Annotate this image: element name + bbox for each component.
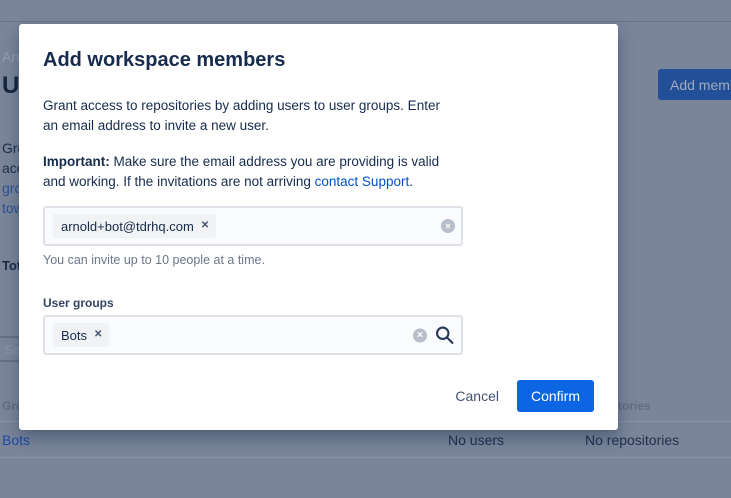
- dialog-description: Grant access to repositories by adding u…: [43, 96, 594, 136]
- top-nav-divider: [0, 21, 731, 22]
- clear-field-icon[interactable]: [441, 219, 455, 233]
- important-text-line1: Make sure the email address you are prov…: [110, 154, 439, 169]
- group-repositories-cell: No repositories: [585, 432, 679, 448]
- add-members-button[interactable]: Add members: [658, 69, 731, 100]
- important-label: Important:: [43, 154, 110, 169]
- description-line: an email address to invite a new user.: [43, 116, 594, 136]
- group-users-cell: No users: [448, 432, 504, 448]
- table-row-divider: [0, 457, 731, 458]
- user-groups-label: User groups: [43, 296, 594, 310]
- remove-email-chip-icon[interactable]: [201, 221, 209, 231]
- group-chip: Bots: [53, 323, 109, 347]
- cancel-button[interactable]: Cancel: [443, 380, 511, 412]
- group-name-link[interactable]: Bots: [2, 432, 30, 448]
- group-chip-label: Bots: [61, 328, 87, 343]
- add-workspace-members-dialog: Add workspace members Grant access to re…: [19, 24, 618, 430]
- invite-limit-helper: You can invite up to 10 people at a time…: [43, 253, 594, 267]
- important-text-suffix: .: [409, 174, 413, 189]
- email-chip: arnold+bot@tdrhq.com: [53, 214, 216, 238]
- dialog-title: Add workspace members: [43, 48, 594, 72]
- important-note: Important: Make sure the email address y…: [43, 152, 594, 192]
- important-text-line2: and working. If the invitations are not …: [43, 174, 315, 189]
- user-groups-field[interactable]: Bots: [43, 315, 463, 355]
- remove-group-chip-icon[interactable]: [94, 330, 102, 340]
- confirm-button[interactable]: Confirm: [517, 380, 594, 412]
- search-icon[interactable]: [434, 325, 455, 346]
- description-line: Grant access to repositories by adding u…: [43, 96, 594, 116]
- email-chip-label: arnold+bot@tdrhq.com: [61, 219, 194, 234]
- contact-support-link[interactable]: contact Support: [315, 174, 410, 189]
- clear-field-icon[interactable]: [413, 328, 427, 342]
- email-invite-field[interactable]: arnold+bot@tdrhq.com: [43, 206, 463, 246]
- dialog-actions: Cancel Confirm: [43, 380, 594, 412]
